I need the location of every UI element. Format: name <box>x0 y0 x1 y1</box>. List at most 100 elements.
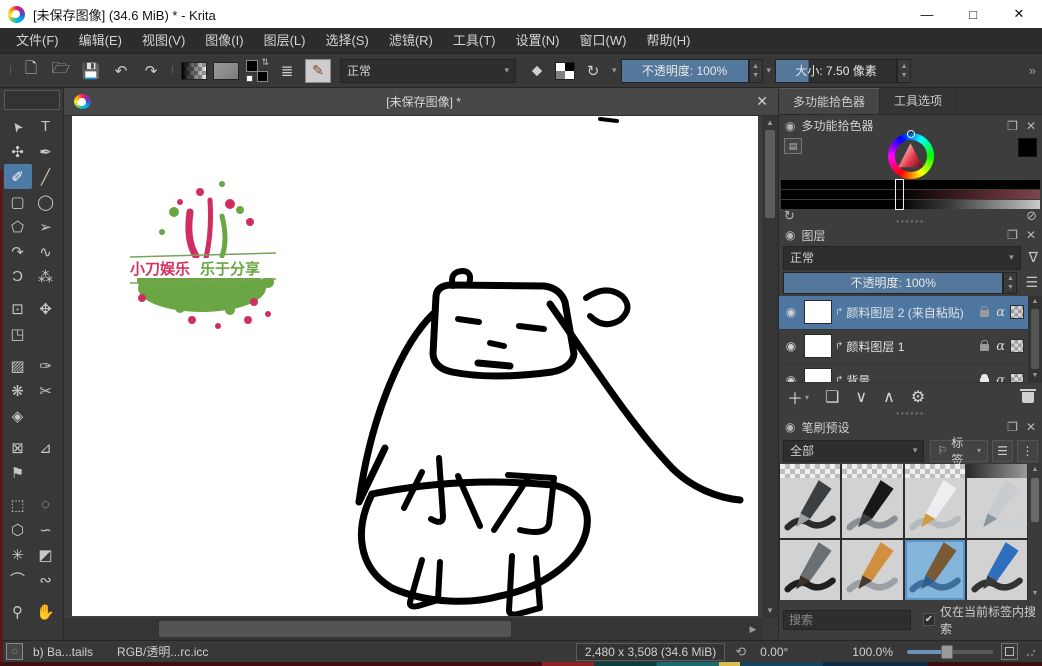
move-tool[interactable]: ✥ <box>32 296 60 321</box>
shade-selector[interactable] <box>781 180 1040 210</box>
assistants-tool[interactable]: ⊠ <box>4 435 32 460</box>
lock-docker-icon[interactable]: ◉ <box>785 228 795 242</box>
calligraphy-tool[interactable]: ✒ <box>32 139 60 164</box>
tab-advanced-color-selector[interactable]: 多功能拾色器 <box>779 88 880 114</box>
blend-mode-select[interactable]: 正常 ▾ <box>340 59 516 83</box>
fill-tool[interactable]: ◈ <box>4 403 32 428</box>
reload-preset-icon[interactable]: ↻ <box>580 59 606 83</box>
toolbar-grip[interactable]: ⁞ <box>6 65 14 77</box>
zoom-percentage[interactable]: 100.0% <box>852 645 893 659</box>
scroll-right-icon[interactable]: ▶ <box>744 624 762 635</box>
tag-search-checkbox[interactable]: ✔ <box>923 613 935 626</box>
menu-item[interactable]: 视图(V) <box>132 28 195 54</box>
float-docker-icon[interactable]: ❐ <box>1007 228 1018 242</box>
edit-shapes-tool[interactable]: ✣ <box>4 139 32 164</box>
horizontal-scrollbar[interactable]: ▶ <box>64 618 778 640</box>
lock-docker-icon[interactable]: ◉ <box>785 119 795 133</box>
menu-item[interactable]: 图像(I) <box>195 28 253 54</box>
close-docker-icon[interactable]: ✕ <box>1026 420 1036 434</box>
menu-item[interactable]: 窗口(W) <box>570 28 637 54</box>
scroll-down-icon[interactable]: ▼ <box>1032 588 1039 600</box>
layer-opacity-spinner[interactable]: ▲▼ <box>1003 272 1017 294</box>
lock-docker-icon[interactable]: ◉ <box>785 420 795 434</box>
zoom-tool[interactable]: ⚲ <box>4 599 32 624</box>
scroll-down-icon[interactable]: ▼ <box>1032 370 1039 382</box>
size-spinner[interactable]: ▲▼ <box>897 59 911 83</box>
background-color-swatch[interactable] <box>257 71 268 82</box>
menu-item[interactable]: 设置(N) <box>505 28 569 54</box>
layer-inherit-alpha-icon[interactable] <box>1010 339 1024 353</box>
vertical-scroll-thumb[interactable] <box>765 130 775 218</box>
pan-tool[interactable]: ✋ <box>32 599 60 624</box>
move-layer-down-button[interactable]: ∨ <box>855 387 867 407</box>
selector-settings-icon[interactable]: ▤ <box>784 138 802 154</box>
brush-editor-button[interactable]: ✎ <box>305 59 331 83</box>
layer-thumbnail[interactable] <box>804 334 832 358</box>
marker-black[interactable] <box>842 478 902 538</box>
menu-item[interactable]: 帮助(H) <box>636 28 700 54</box>
layers-scroll-thumb[interactable] <box>1031 309 1039 370</box>
layer-alpha-lock-icon[interactable]: α <box>996 373 1005 383</box>
select-shapes-tool[interactable]: ➤ <box>4 114 32 139</box>
layer-alpha-lock-icon[interactable]: α <box>996 339 1005 354</box>
horizontal-scroll-thumb[interactable] <box>159 621 511 637</box>
crop-tool[interactable]: ◳ <box>4 321 32 346</box>
fg-bg-colors[interactable]: ⇅ <box>246 60 268 82</box>
layer-lock-icon[interactable] <box>980 378 989 382</box>
layer-lock-icon[interactable] <box>980 310 989 317</box>
freehand-brush-tool[interactable]: ✐ <box>4 164 32 189</box>
menu-item[interactable]: 选择(S) <box>315 28 378 54</box>
layer-thumbnail[interactable] <box>804 368 832 382</box>
selection-mode-icon[interactable]: ◌ <box>6 643 23 660</box>
float-docker-icon[interactable]: ❐ <box>1007 420 1018 434</box>
layer-filter-icon[interactable]: ∇ <box>1029 249 1038 266</box>
multibrush-tool[interactable]: ⁂ <box>32 264 60 289</box>
paintbrush-orange[interactable] <box>842 540 902 600</box>
color-wheel[interactable] <box>888 133 934 179</box>
text-tool[interactable]: T <box>32 114 60 139</box>
brush-size-slider[interactable]: 大小: 7.50 像素 <box>775 59 897 83</box>
zoom-slider-thumb[interactable] <box>941 645 953 659</box>
brush-scroll-thumb[interactable] <box>1031 478 1039 522</box>
gradient-tool[interactable]: ▨ <box>4 353 32 378</box>
brush-preset-partial[interactable] <box>967 464 1027 478</box>
scroll-down-icon[interactable]: ▼ <box>766 604 774 618</box>
layer-options-icon[interactable]: ☰ <box>1025 274 1038 291</box>
watercolor-brush[interactable] <box>905 540 965 600</box>
shade-marker[interactable] <box>895 179 904 210</box>
layer-name[interactable]: 颜料图层 1 <box>846 338 976 355</box>
vertical-scrollbar[interactable]: ▲ ▼ <box>762 116 778 618</box>
move-layer-up-button[interactable]: ∧ <box>883 387 895 407</box>
opacity-slider[interactable]: 不透明度: 100% <box>621 59 749 83</box>
freehand-path-tool[interactable]: ∿ <box>32 239 60 264</box>
scroll-up-icon[interactable]: ▲ <box>1032 464 1039 476</box>
chevron-down-icon[interactable]: ▾ <box>767 65 772 76</box>
bezier-select-tool[interactable]: ⌒ <box>4 567 32 592</box>
layer-row[interactable]: ◉ ↱ 背景 α <box>779 364 1028 383</box>
image-dimensions[interactable]: 2,480 x 3,508 (34.6 MiB) <box>576 643 725 661</box>
layer-thumbnail[interactable] <box>804 300 832 324</box>
ellipse-select-tool[interactable]: ◌ <box>32 492 60 517</box>
add-layer-button[interactable]: ＋▾ <box>787 385 809 409</box>
maximize-button[interactable]: □ <box>950 0 996 28</box>
menu-item[interactable]: 文件(F) <box>6 28 69 54</box>
preserve-alpha-icon[interactable] <box>555 62 575 80</box>
reset-colors-icon[interactable] <box>246 75 253 82</box>
ink-pen-dark[interactable] <box>780 478 840 538</box>
transform-tool[interactable]: ⊡ <box>4 296 32 321</box>
brush-preset-partial[interactable] <box>842 464 902 478</box>
delete-layer-button[interactable] <box>1022 392 1034 403</box>
close-button[interactable]: ✕ <box>996 0 1042 28</box>
layer-alpha-lock-icon[interactable]: α <box>996 305 1005 320</box>
brush-filter-select[interactable]: 全部 ▾ <box>783 440 924 462</box>
menu-item[interactable]: 图层(L) <box>254 28 316 54</box>
pen-white-orange[interactable] <box>905 478 965 538</box>
layer-name[interactable]: 颜料图层 2 (来自粘贴) <box>846 304 976 321</box>
brush-preset-partial[interactable] <box>780 464 840 478</box>
measure-tool[interactable]: ⊿ <box>32 435 60 460</box>
eraser-mode-icon[interactable]: ⬥ <box>524 59 550 83</box>
menu-item[interactable]: 滤镜(R) <box>379 28 443 54</box>
duplicate-layer-button[interactable]: ❏ <box>825 387 839 407</box>
color-profile-label[interactable]: RGB/透明...rc.icc <box>117 643 208 660</box>
rect-select-tool[interactable]: ⬚ <box>4 492 32 517</box>
